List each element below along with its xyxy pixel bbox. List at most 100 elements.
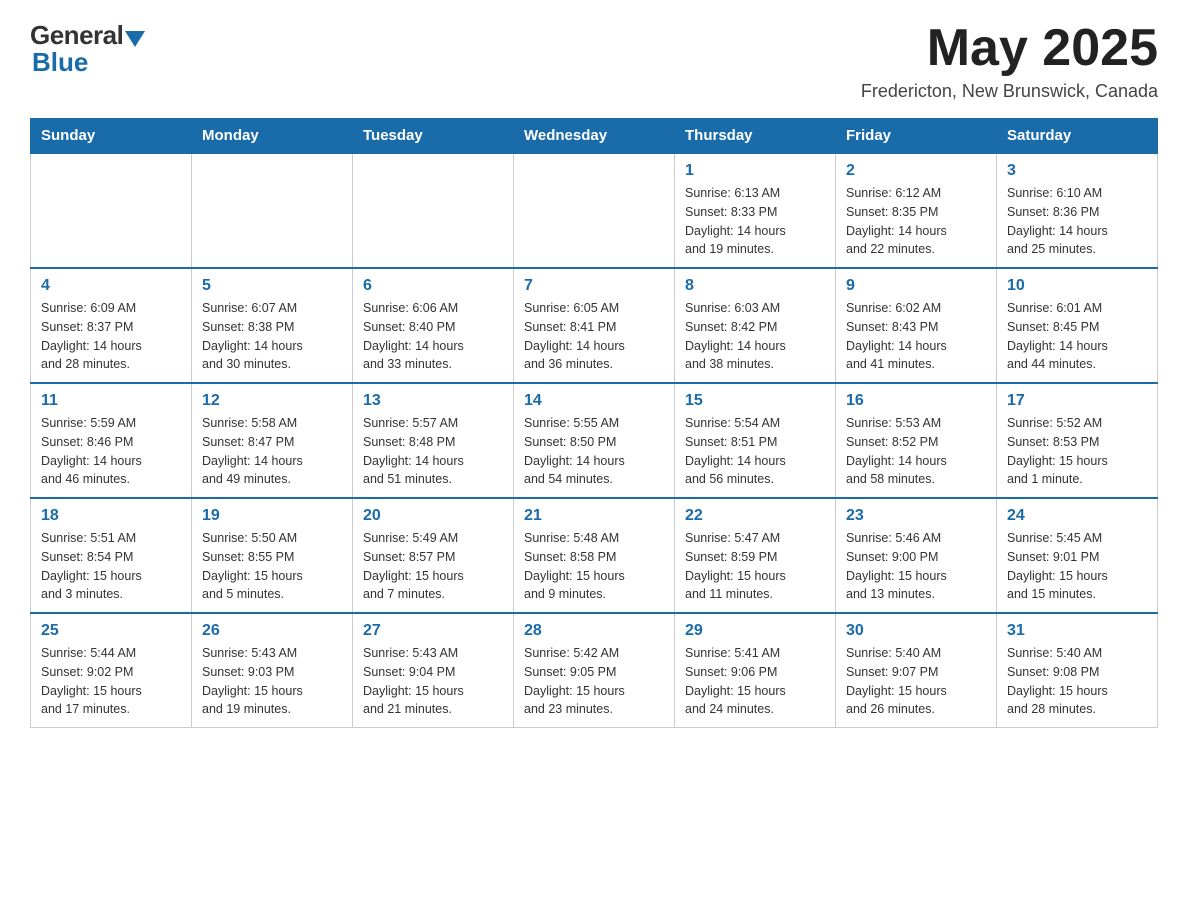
calendar-cell: 2 Sunrise: 6:12 AMSunset: 8:35 PMDaylight…	[836, 153, 997, 268]
day-number: 9	[846, 277, 986, 295]
day-number: 4	[41, 277, 181, 295]
calendar-cell: 24 Sunrise: 5:45 AMSunset: 9:01 PMDayligh…	[997, 498, 1158, 613]
logo: General Blue	[30, 20, 145, 78]
calendar-cell: 22 Sunrise: 5:47 AMSunset: 8:59 PMDayligh…	[675, 498, 836, 613]
calendar-cell: 13 Sunrise: 5:57 AMSunset: 8:48 PMDayligh…	[353, 383, 514, 498]
calendar-cell: 26 Sunrise: 5:43 AMSunset: 9:03 PMDayligh…	[192, 613, 353, 728]
calendar-cell: 1Sunrise: 6:13 AMSunset: 8:33 PMDaylight…	[675, 153, 836, 268]
calendar-cell: 17 Sunrise: 5:52 AMSunset: 8:53 PMDayligh…	[997, 383, 1158, 498]
day-number: 2	[846, 162, 986, 180]
day-number: 13	[363, 392, 503, 410]
day-number: 17	[1007, 392, 1147, 410]
calendar-cell: 16 Sunrise: 5:53 AMSunset: 8:52 PMDayligh…	[836, 383, 997, 498]
calendar-table: SundayMondayTuesdayWednesdayThursdayFrid…	[30, 118, 1158, 728]
day-info: Sunrise: 5:46 AMSunset: 9:00 PMDaylight:…	[846, 529, 986, 604]
calendar-cell: 25 Sunrise: 5:44 AMSunset: 9:02 PMDayligh…	[31, 613, 192, 728]
day-number: 24	[1007, 507, 1147, 525]
day-number: 3	[1007, 162, 1147, 180]
day-info: Sunrise: 5:41 AMSunset: 9:06 PMDaylight:…	[685, 644, 825, 719]
calendar-cell: 9 Sunrise: 6:02 AMSunset: 8:43 PMDaylight…	[836, 268, 997, 383]
calendar-cell: 3 Sunrise: 6:10 AMSunset: 8:36 PMDaylight…	[997, 153, 1158, 268]
calendar-cell: 14Sunrise: 5:55 AMSunset: 8:50 PMDayligh…	[514, 383, 675, 498]
calendar-cell: 5Sunrise: 6:07 AMSunset: 8:38 PMDaylight…	[192, 268, 353, 383]
day-info: Sunrise: 5:47 AMSunset: 8:59 PMDaylight:…	[685, 529, 825, 604]
day-number: 16	[846, 392, 986, 410]
day-info: Sunrise: 6:06 AMSunset: 8:40 PMDaylight:…	[363, 299, 503, 374]
day-number: 7	[524, 277, 664, 295]
day-info: Sunrise: 5:44 AMSunset: 9:02 PMDaylight:…	[41, 644, 181, 719]
day-number: 26	[202, 622, 342, 640]
day-number: 12	[202, 392, 342, 410]
day-info: Sunrise: 6:05 AMSunset: 8:41 PMDaylight:…	[524, 299, 664, 374]
calendar-cell: 8 Sunrise: 6:03 AMSunset: 8:42 PMDaylight…	[675, 268, 836, 383]
logo-blue-text: Blue	[32, 47, 88, 78]
page-header: General Blue May 2025 Fredericton, New B…	[30, 20, 1158, 102]
day-info: Sunrise: 5:45 AMSunset: 9:01 PMDaylight:…	[1007, 529, 1147, 604]
header-saturday: Saturday	[997, 119, 1158, 154]
header-sunday: Sunday	[31, 119, 192, 154]
title-block: May 2025 Fredericton, New Brunswick, Can…	[861, 20, 1158, 102]
day-info: Sunrise: 5:52 AMSunset: 8:53 PMDaylight:…	[1007, 414, 1147, 489]
day-number: 25	[41, 622, 181, 640]
week-row-5: 25 Sunrise: 5:44 AMSunset: 9:02 PMDayligh…	[31, 613, 1158, 728]
calendar-cell	[353, 153, 514, 268]
day-info: Sunrise: 5:49 AMSunset: 8:57 PMDaylight:…	[363, 529, 503, 604]
day-info: Sunrise: 5:43 AMSunset: 9:04 PMDaylight:…	[363, 644, 503, 719]
header-thursday: Thursday	[675, 119, 836, 154]
header-monday: Monday	[192, 119, 353, 154]
calendar-cell: 20Sunrise: 5:49 AMSunset: 8:57 PMDayligh…	[353, 498, 514, 613]
calendar-cell	[192, 153, 353, 268]
header-friday: Friday	[836, 119, 997, 154]
calendar-cell	[514, 153, 675, 268]
day-number: 5	[202, 277, 342, 295]
day-info: Sunrise: 5:48 AMSunset: 8:58 PMDaylight:…	[524, 529, 664, 604]
day-info: Sunrise: 5:42 AMSunset: 9:05 PMDaylight:…	[524, 644, 664, 719]
day-info: Sunrise: 5:40 AMSunset: 9:07 PMDaylight:…	[846, 644, 986, 719]
header-tuesday: Tuesday	[353, 119, 514, 154]
day-info: Sunrise: 5:53 AMSunset: 8:52 PMDaylight:…	[846, 414, 986, 489]
day-number: 21	[524, 507, 664, 525]
calendar-cell: 7 Sunrise: 6:05 AMSunset: 8:41 PMDaylight…	[514, 268, 675, 383]
calendar-cell: 21 Sunrise: 5:48 AMSunset: 8:58 PMDayligh…	[514, 498, 675, 613]
day-number: 18	[41, 507, 181, 525]
week-row-1: 1Sunrise: 6:13 AMSunset: 8:33 PMDaylight…	[31, 153, 1158, 268]
day-info: Sunrise: 6:10 AMSunset: 8:36 PMDaylight:…	[1007, 184, 1147, 259]
calendar-cell: 28Sunrise: 5:42 AMSunset: 9:05 PMDayligh…	[514, 613, 675, 728]
calendar-cell: 12Sunrise: 5:58 AMSunset: 8:47 PMDayligh…	[192, 383, 353, 498]
day-number: 29	[685, 622, 825, 640]
calendar-cell: 10 Sunrise: 6:01 AMSunset: 8:45 PMDayligh…	[997, 268, 1158, 383]
day-number: 30	[846, 622, 986, 640]
day-info: Sunrise: 5:43 AMSunset: 9:03 PMDaylight:…	[202, 644, 342, 719]
day-number: 19	[202, 507, 342, 525]
day-number: 31	[1007, 622, 1147, 640]
day-info: Sunrise: 6:01 AMSunset: 8:45 PMDaylight:…	[1007, 299, 1147, 374]
header-wednesday: Wednesday	[514, 119, 675, 154]
calendar-header-row: SundayMondayTuesdayWednesdayThursdayFrid…	[31, 119, 1158, 154]
day-number: 10	[1007, 277, 1147, 295]
day-info: Sunrise: 5:50 AMSunset: 8:55 PMDaylight:…	[202, 529, 342, 604]
week-row-2: 4Sunrise: 6:09 AMSunset: 8:37 PMDaylight…	[31, 268, 1158, 383]
day-number: 6	[363, 277, 503, 295]
day-info: Sunrise: 6:12 AMSunset: 8:35 PMDaylight:…	[846, 184, 986, 259]
week-row-4: 18Sunrise: 5:51 AMSunset: 8:54 PMDayligh…	[31, 498, 1158, 613]
calendar-cell: 30 Sunrise: 5:40 AMSunset: 9:07 PMDayligh…	[836, 613, 997, 728]
day-info: Sunrise: 5:54 AMSunset: 8:51 PMDaylight:…	[685, 414, 825, 489]
calendar-cell: 15 Sunrise: 5:54 AMSunset: 8:51 PMDayligh…	[675, 383, 836, 498]
day-number: 8	[685, 277, 825, 295]
day-number: 15	[685, 392, 825, 410]
calendar-cell: 18Sunrise: 5:51 AMSunset: 8:54 PMDayligh…	[31, 498, 192, 613]
month-title: May 2025	[861, 20, 1158, 77]
calendar-cell: 27 Sunrise: 5:43 AMSunset: 9:04 PMDayligh…	[353, 613, 514, 728]
day-number: 22	[685, 507, 825, 525]
calendar-cell: 29 Sunrise: 5:41 AMSunset: 9:06 PMDayligh…	[675, 613, 836, 728]
calendar-cell: 23Sunrise: 5:46 AMSunset: 9:00 PMDayligh…	[836, 498, 997, 613]
day-number: 27	[363, 622, 503, 640]
logo-arrow-icon	[125, 31, 145, 47]
day-info: Sunrise: 5:57 AMSunset: 8:48 PMDaylight:…	[363, 414, 503, 489]
day-info: Sunrise: 6:02 AMSunset: 8:43 PMDaylight:…	[846, 299, 986, 374]
calendar-cell: 19 Sunrise: 5:50 AMSunset: 8:55 PMDayligh…	[192, 498, 353, 613]
day-info: Sunrise: 6:03 AMSunset: 8:42 PMDaylight:…	[685, 299, 825, 374]
calendar-cell: 4Sunrise: 6:09 AMSunset: 8:37 PMDaylight…	[31, 268, 192, 383]
calendar-cell	[31, 153, 192, 268]
day-info: Sunrise: 6:13 AMSunset: 8:33 PMDaylight:…	[685, 184, 825, 259]
